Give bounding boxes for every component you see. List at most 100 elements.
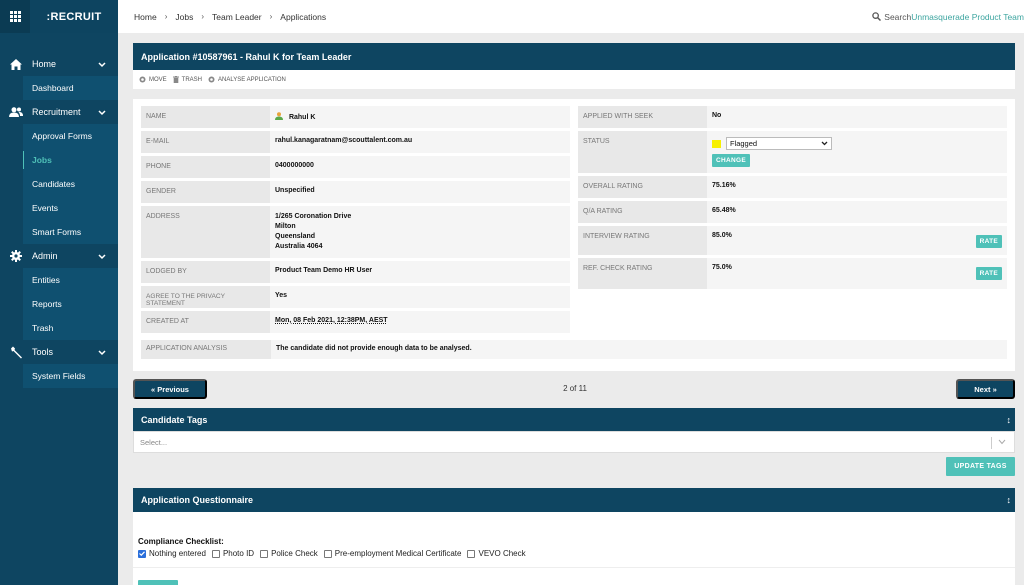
created-at-value: Mon, 08 Feb 2021, 12:38PM, AEST xyxy=(275,317,388,324)
divider xyxy=(133,567,1015,568)
field-label: E-MAIL xyxy=(141,131,270,153)
sidebar-item-trash[interactable]: Trash xyxy=(23,316,118,340)
home-icon xyxy=(9,58,23,70)
interview-rating-value: 85.0% xyxy=(712,232,732,239)
sidebar-group-admin[interactable]: Admin xyxy=(0,244,118,268)
field-name: NAME Rahul K xyxy=(141,106,570,128)
pager-count: 2 of 11 xyxy=(563,384,587,393)
app-grid-button[interactable] xyxy=(0,0,30,33)
search-link[interactable]: Search xyxy=(884,12,911,22)
rate-interview-button[interactable]: RATE xyxy=(975,235,1002,248)
sidebar-item-entities[interactable]: Entities xyxy=(23,268,118,292)
field-address: ADDRESS 1/265 Coronation Drive Milton Qu… xyxy=(141,206,570,258)
checklist-option-photo-id[interactable]: Photo ID xyxy=(211,549,254,558)
search-icon[interactable] xyxy=(872,12,882,21)
change-status-button[interactable]: CHANGE xyxy=(712,154,750,167)
gear-icon xyxy=(9,250,23,262)
checkbox[interactable] xyxy=(467,549,476,558)
questionnaire-title: Application Questionnaire xyxy=(141,495,254,505)
field-applied-with-seek: APPLIED WITH SEEK No xyxy=(578,106,1007,128)
checkbox[interactable] xyxy=(260,549,269,558)
tags-select[interactable]: Select... xyxy=(133,431,1015,453)
sidebar-item-candidates[interactable]: Candidates xyxy=(23,172,118,196)
checkbox[interactable] xyxy=(211,549,220,558)
field-email: E-MAIL rahul.kanagaratnam@scouttalent.co… xyxy=(141,131,570,153)
next-button[interactable]: Next » xyxy=(956,379,1015,399)
questionnaire-body: Compliance Checklist: Nothing entered Ph… xyxy=(133,512,1015,585)
move-action[interactable]: MOVE xyxy=(139,76,167,83)
trash-action[interactable]: TRASH xyxy=(172,76,202,83)
checklist-option-vevo-check[interactable]: VEVO Check xyxy=(467,549,526,558)
checklist-option-label: Police Check xyxy=(271,549,318,558)
sidebar-item-jobs[interactable]: Jobs xyxy=(23,148,118,172)
analyse-icon xyxy=(208,76,215,83)
sidebar-item-smart-forms[interactable]: Smart Forms xyxy=(23,220,118,244)
field-label: CREATED AT xyxy=(141,311,270,333)
chevron-right-icon: › xyxy=(201,12,204,21)
breadcrumb-jobs[interactable]: Jobs xyxy=(175,12,193,22)
checkbox-checked[interactable] xyxy=(138,549,146,558)
checklist-option-nothing-entered[interactable]: Nothing entered xyxy=(138,549,206,558)
privacy-value: Yes xyxy=(275,292,288,299)
checklist-option-label: Pre-employment Medical Certificate xyxy=(334,549,462,558)
candidate-tags-header[interactable]: Candidate Tags ↕ xyxy=(133,408,1015,431)
sidebar-item-system-fields[interactable]: System Fields xyxy=(23,364,118,388)
address-line: Queensland xyxy=(275,233,316,240)
sidebar-item-dashboard[interactable]: Dashboard xyxy=(23,76,118,100)
topbar: Home › Jobs › Team Leader › Applications… xyxy=(118,0,1024,33)
move-action-label: MOVE xyxy=(149,76,167,83)
compliance-checklist: Nothing entered Photo ID Police Check Pr… xyxy=(138,549,1010,558)
checklist-option-medical-certificate[interactable]: Pre-employment Medical Certificate xyxy=(323,549,462,558)
wrench-icon xyxy=(9,346,23,359)
status-color-swatch xyxy=(712,139,721,148)
previous-button[interactable]: « Previous xyxy=(133,379,207,399)
status-select[interactable]: Flagged xyxy=(725,137,832,150)
collapse-toggle-icon[interactable]: ↕ xyxy=(1007,495,1012,505)
sidebar-item-approval-forms[interactable]: Approval Forms xyxy=(23,124,118,148)
questionnaire-panel: Application Questionnaire ↕ Compliance C… xyxy=(133,488,1015,585)
status-selected-value: Flagged xyxy=(729,139,758,148)
field-qa-rating: Q/A RATING 65.48% xyxy=(578,201,1007,223)
sidebar-item-reports[interactable]: Reports xyxy=(23,292,118,316)
unmasquerade-link[interactable]: Unmasquerade Product Team xyxy=(911,12,1024,22)
sidebar-group-label: Tools xyxy=(32,347,54,357)
chevron-down-icon xyxy=(98,108,106,118)
field-label: NAME xyxy=(141,106,270,128)
candidate-name-link[interactable]: Rahul K xyxy=(289,114,315,121)
phone-value: 0400000000 xyxy=(275,162,314,169)
checklist-option-label: Nothing entered xyxy=(149,549,206,558)
breadcrumb-team-leader[interactable]: Team Leader xyxy=(212,12,262,22)
sidebar-group-label: Home xyxy=(32,59,57,69)
questionnaire-save-button[interactable] xyxy=(138,580,178,585)
application-details: NAME Rahul K E-MAIL rahul.kanagaratnam@s… xyxy=(133,99,1015,371)
sidebar-group-label: Admin xyxy=(32,251,58,261)
application-panel: Application #10587961 - Rahul K for Team… xyxy=(133,43,1015,89)
seek-value: No xyxy=(712,112,722,119)
chevron-right-icon: › xyxy=(269,12,273,21)
sidebar-group-tools[interactable]: Tools xyxy=(0,340,118,364)
analyse-action[interactable]: ANALYSE APPLICATION xyxy=(208,76,286,83)
questionnaire-header[interactable]: Application Questionnaire ↕ xyxy=(133,488,1015,512)
sidebar-group-home[interactable]: Home xyxy=(0,52,118,76)
breadcrumb-home[interactable]: Home xyxy=(134,12,157,22)
collapse-toggle-icon[interactable]: ↕ xyxy=(1007,415,1012,425)
field-label: Q/A RATING xyxy=(578,201,707,223)
sidebar-submenu-recruitment: Approval Forms Jobs Candidates Events Sm… xyxy=(23,124,118,244)
chevron-down-icon xyxy=(98,60,106,70)
field-ref-check-rating: REF. CHECK RATING 75.0% RATE xyxy=(578,258,1007,289)
select-divider xyxy=(991,437,992,449)
field-label: AGREE TO THE PRIVACY STATEMENT xyxy=(141,286,270,308)
sidebar-group-recruitment[interactable]: Recruitment xyxy=(0,100,118,124)
address-line: 1/265 Coronation Drive xyxy=(275,213,352,220)
checkbox[interactable] xyxy=(323,549,332,558)
field-label: LODGED BY xyxy=(141,261,270,283)
field-application-analysis: APPLICATION ANALYSIS The candidate did n… xyxy=(141,340,1007,359)
email-link[interactable]: rahul.kanagaratnam@scouttalent.com.au xyxy=(270,131,570,153)
sidebar-item-events[interactable]: Events xyxy=(23,196,118,220)
move-icon xyxy=(139,76,146,83)
breadcrumb-applications: Applications xyxy=(280,11,327,22)
checklist-option-police-check[interactable]: Police Check xyxy=(260,549,318,558)
update-tags-button[interactable]: UPDATE TAGS xyxy=(946,457,1015,476)
application-actions: MOVE TRASH ANALYSE APPLICATION xyxy=(133,70,1015,89)
rate-ref-check-button[interactable]: RATE xyxy=(975,267,1002,280)
